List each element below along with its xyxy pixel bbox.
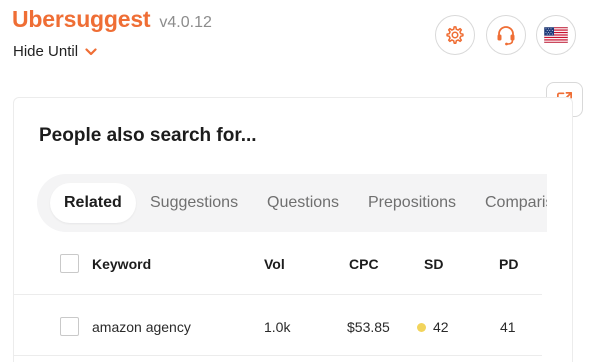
select-all-checkbox[interactable] [60,254,79,273]
table-row: amazon agency 1.0k $53.85 42 41 [14,296,542,356]
column-cpc[interactable]: CPC [349,256,379,272]
people-also-search-card: People also search for... Related Sugges… [13,97,573,362]
cpc-cell: $53.85 [347,319,390,335]
keyword-tabs: Related Suggestions Questions Prepositio… [37,174,547,232]
support-button[interactable] [486,15,526,55]
column-vol[interactable]: Vol [264,256,285,272]
hide-until-label: Hide Until [13,43,79,60]
brand-name: Ubersuggest [12,6,151,32]
card-title: People also search for... [39,125,257,146]
sd-difficulty-dot [417,322,426,332]
gear-icon [446,26,464,44]
tab-prepositions[interactable]: Prepositions [368,174,456,232]
chevron-down-icon [85,47,97,55]
column-pd[interactable]: PD [499,256,518,272]
sd-cell: 42 [417,319,449,335]
headset-icon [497,26,515,46]
vol-cell: 1.0k [264,319,291,335]
hide-until-dropdown[interactable]: Hide Until [13,43,97,60]
keyword-cell[interactable]: amazon agency [92,319,191,335]
tab-questions[interactable]: Questions [267,174,339,232]
tab-suggestions[interactable]: Suggestions [150,174,238,232]
country-selector-button[interactable] [536,15,576,55]
settings-button[interactable] [435,15,475,55]
table-header: Keyword Vol CPC SD PD [14,243,542,295]
column-sd[interactable]: SD [424,256,443,272]
column-keyword[interactable]: Keyword [92,256,151,272]
brand: Ubersuggest v4.0.12 [12,6,212,33]
app-version: v4.0.12 [159,14,212,31]
sd-value: 42 [433,319,449,335]
pd-cell: 41 [500,319,516,335]
tab-comparisons[interactable]: Comparisons [485,174,547,232]
row-checkbox[interactable] [60,317,79,336]
tab-related[interactable]: Related [50,183,136,223]
us-flag-icon [544,27,568,43]
